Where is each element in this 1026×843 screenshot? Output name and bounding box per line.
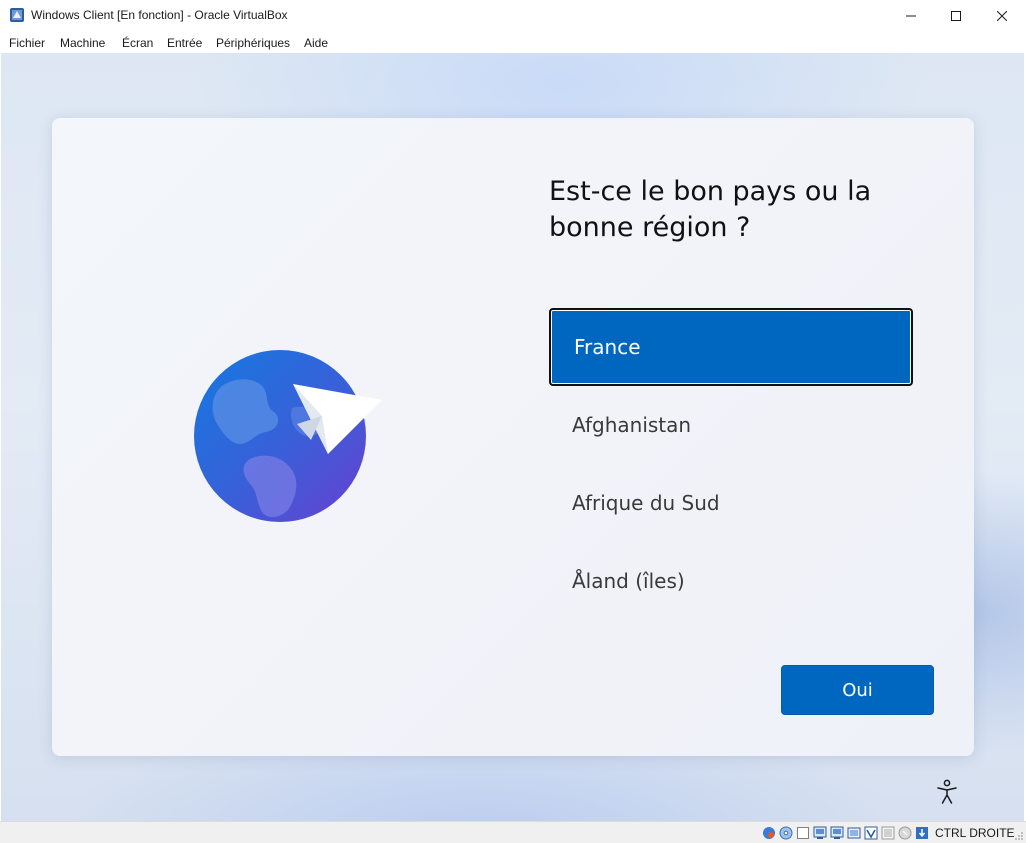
mouse-integration-icon[interactable] <box>898 826 912 840</box>
status-bar: CTRL DROITE <box>0 821 1026 843</box>
minimize-icon <box>906 15 916 16</box>
menu-machine[interactable]: Machine <box>60 36 105 50</box>
usb-icon[interactable] <box>830 826 844 840</box>
minimize-button[interactable] <box>888 0 934 31</box>
accessibility-icon[interactable] <box>935 779 959 805</box>
resize-grip-icon[interactable] <box>1014 831 1024 841</box>
optical-drive-icon[interactable] <box>779 826 793 840</box>
shared-folders-icon[interactable] <box>847 826 861 840</box>
recording-icon[interactable] <box>881 826 895 840</box>
region-option-aland[interactable]: Åland (îles) <box>549 542 913 620</box>
menu-entree[interactable]: Entrée <box>167 36 202 50</box>
region-option-afrique-du-sud[interactable]: Afrique du Sud <box>549 464 913 542</box>
keyboard-capture-icon[interactable] <box>915 826 929 840</box>
vm-display[interactable]: Est-ce le bon pays ou la bonne région ? … <box>1 53 1024 821</box>
maximize-icon <box>951 10 961 21</box>
region-option-label: Åland (îles) <box>572 569 685 593</box>
network-icon[interactable] <box>813 826 827 840</box>
close-icon <box>997 10 1007 21</box>
menu-fichier[interactable]: Fichier <box>9 36 45 50</box>
hard-disk-icon[interactable] <box>762 826 776 840</box>
region-option-afghanistan[interactable]: Afghanistan <box>549 386 913 464</box>
virtualbox-app-icon <box>10 8 24 22</box>
window-title: Windows Client [En fonction] - Oracle Vi… <box>31 8 288 22</box>
oobe-card: Est-ce le bon pays ou la bonne région ? … <box>52 118 974 756</box>
menu-peripheriques[interactable]: Périphériques <box>216 36 290 50</box>
confirm-button[interactable]: Oui <box>781 665 934 715</box>
audio-icon[interactable] <box>796 826 810 840</box>
close-button[interactable] <box>979 0 1025 31</box>
menu-aide[interactable]: Aide <box>304 36 328 50</box>
region-option-label: Afghanistan <box>572 413 692 437</box>
globe-illustration <box>194 350 382 522</box>
menu-ecran[interactable]: Écran <box>122 36 153 50</box>
window-title-bar[interactable]: Windows Client [En fonction] - Oracle Vi… <box>0 0 1026 31</box>
oobe-question: Est-ce le bon pays ou la bonne région ? <box>549 176 872 243</box>
device-status-icons <box>762 825 929 841</box>
region-option-label: France <box>574 335 641 359</box>
region-option-label: Afrique du Sud <box>572 491 720 515</box>
region-option-france[interactable]: France <box>549 308 913 386</box>
host-key-label: CTRL DROITE <box>935 826 1015 840</box>
display-icon[interactable] <box>864 826 878 840</box>
maximize-button[interactable] <box>933 0 979 31</box>
menu-bar: Fichier Machine Écran Entrée Périphériqu… <box>0 31 1026 53</box>
